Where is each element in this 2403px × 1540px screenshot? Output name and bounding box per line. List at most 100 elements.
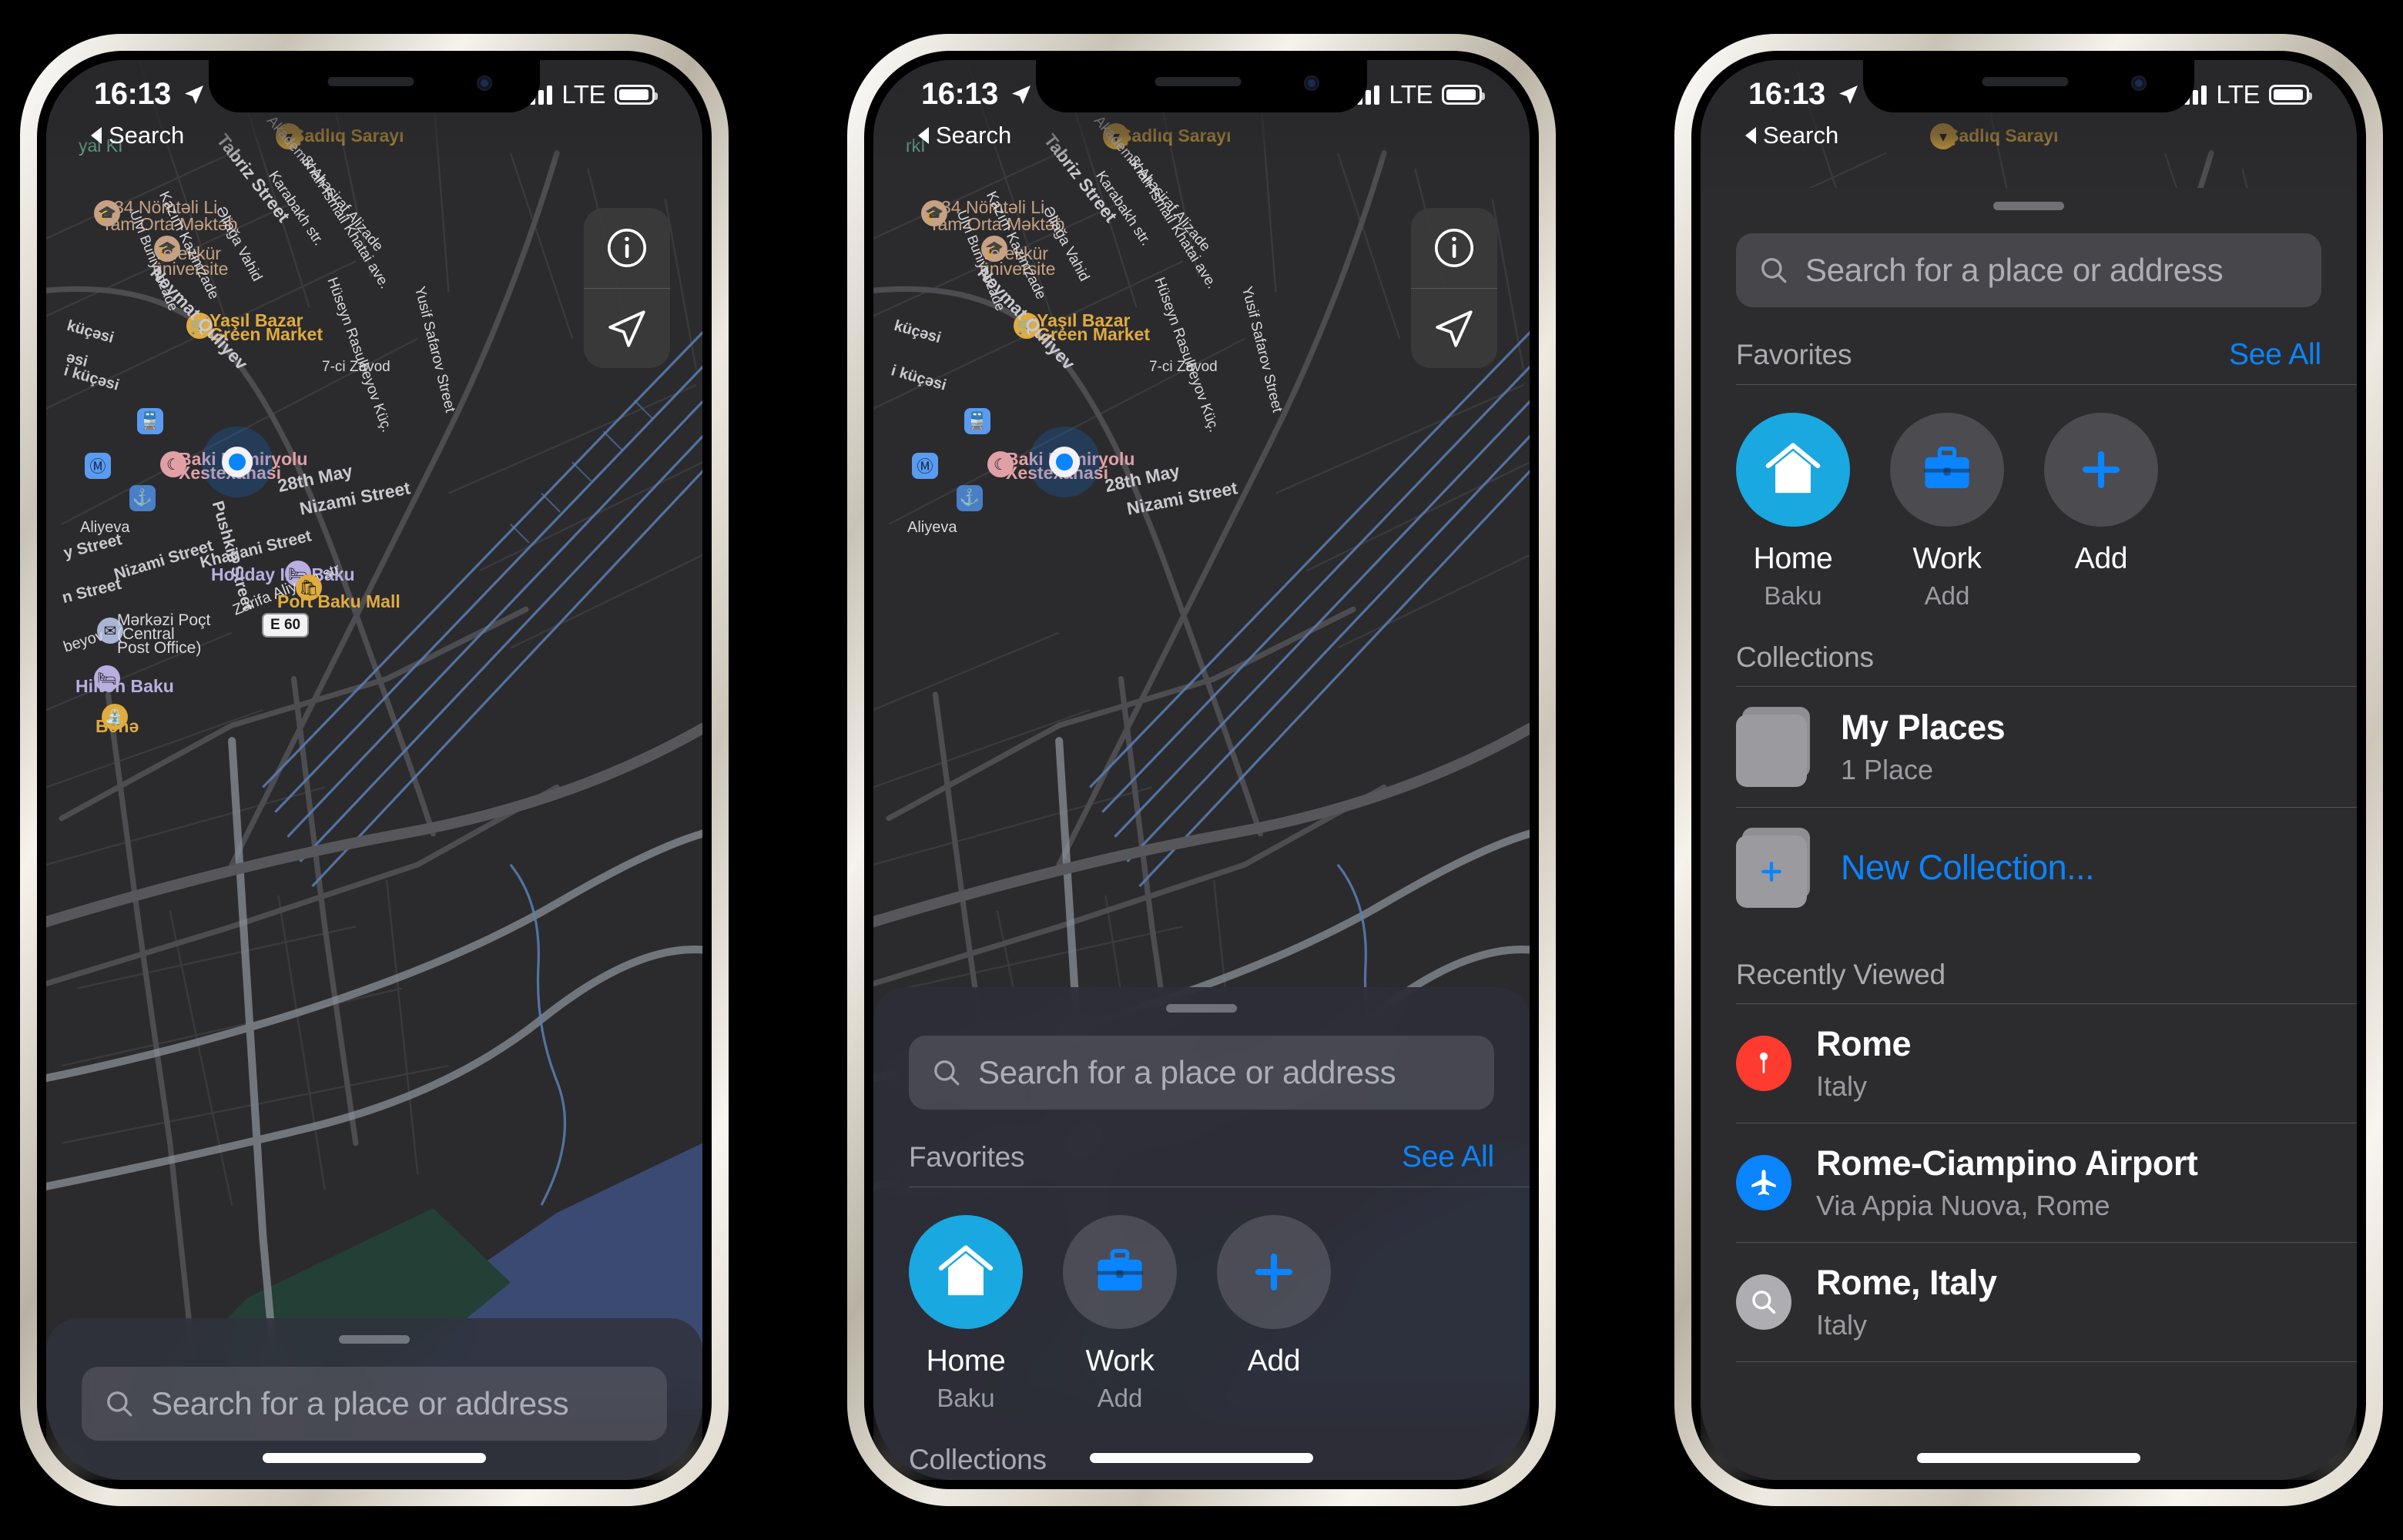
recent-title: Rome-Ciampino Airport [1816,1143,2198,1183]
back-to-search-button[interactable]: Search [91,122,184,149]
collections-title: Collections [909,1444,1047,1475]
search-icon [934,1060,960,1086]
map-pin-icon [1736,1036,1791,1091]
metro-station-icon: Ⓜ [912,453,938,479]
favorite-work[interactable]: Work Add [1063,1215,1177,1413]
back-triangle-icon [91,127,102,144]
row-texts: Rome, Italy Italy [1816,1263,1997,1341]
favorite-work[interactable]: Work Add [1890,413,2004,611]
home-indicator[interactable] [263,1453,486,1463]
favorite-name: Add [1247,1344,1301,1378]
home-icon [938,1245,994,1296]
home-indicator[interactable] [1090,1453,1313,1463]
info-circle-icon [1434,228,1474,268]
favorites-row: Home Baku Work Add Add [873,1187,1530,1413]
user-location-dot [1049,447,1080,477]
map-controls-1 [584,208,670,368]
search-icon [107,1391,132,1417]
favorites-title: Favorites [1736,339,1852,370]
favorite-sub: Add [1924,581,1970,610]
phone-1-frame: yal Kİ ▾ Şadlıq Sarayı 🎓 34 Nömtəli Li T… [20,34,729,1506]
recent-row-rome[interactable]: Rome Italy [1701,1004,2357,1123]
favorites-title: Favorites [909,1141,1025,1173]
add-icon-circle [1217,1215,1331,1329]
search-input[interactable]: Search for a place or address [82,1367,667,1441]
favorite-home[interactable]: Home Baku [909,1215,1023,1413]
sheet-grabber[interactable] [339,1335,410,1344]
add-icon-circle [2044,413,2158,527]
favorites-section-header: Favorites See All [873,1110,1530,1187]
briefcase-icon [1924,447,1970,489]
favorite-name: Add [2074,542,2128,575]
work-icon-circle [1063,1215,1177,1329]
folder-stack-icon [1736,707,1816,787]
location-arrow-icon [1436,310,1473,347]
search-sheet-full[interactable]: Search for a place or address Favorites … [1701,188,2357,1480]
recently-viewed-section-header: Recently Viewed [1701,928,2357,1003]
row-texts: My Places 1 Place [1841,708,2006,786]
airplane-icon [1736,1155,1791,1210]
favorites-see-all-button[interactable]: See All [1402,1140,1494,1174]
favorites-section-header: Favorites See All [1701,307,2357,384]
search-input[interactable]: Search for a place or address [909,1036,1494,1110]
sheet-grabber[interactable] [1166,1004,1237,1013]
recent-title: Rome [1816,1024,1912,1063]
favorite-add[interactable]: Add [1217,1215,1331,1413]
favorite-name: Work [1085,1344,1155,1378]
phone-3-frame: ▾ Şadlıq Sarayı 16:13 LTE [1674,34,2383,1506]
collection-row-my-places[interactable]: My Places 1 Place [1701,687,2357,807]
phone-2-frame: rkİ ▾ Şadlıq Sarayı 🎓 34 Nömtəli Li Tam … [847,34,1556,1506]
folder-stack-plus-icon [1736,828,1816,908]
home-icon [1765,443,1821,494]
search-input[interactable]: Search for a place or address [1736,233,2321,307]
search-sheet-half[interactable]: Search for a place or address Favorites … [873,987,1530,1480]
recent-title: Rome, Italy [1816,1263,1997,1302]
favorites-see-all-button[interactable]: See All [2229,338,2321,372]
favorites-row: Home Baku Work Add Add [1701,385,2357,611]
search-icon [1761,258,1787,283]
recent-sub: Italy [1816,1309,1868,1341]
divider [1736,1361,2357,1362]
home-indicator[interactable] [1917,1453,2140,1463]
transit-icon: ⚓ [129,485,156,511]
briefcase-icon [1097,1249,1143,1291]
favorite-add[interactable]: Add [2044,413,2158,611]
search-placeholder: Search for a place or address [1805,252,2224,288]
collections-section-header: Collections [1701,611,2357,686]
metro-station-icon: Ⓜ [85,453,111,479]
phone-3-bezel: ▾ Şadlıq Sarayı 16:13 LTE [1691,51,2366,1489]
info-circle-icon [607,228,647,268]
plus-icon [1761,862,1781,882]
new-collection-label: New Collection... [1841,848,2095,887]
favorite-name: Home [926,1344,1006,1378]
transit-icon: ⚓ [957,485,983,511]
collections-section-header: Collections [873,1413,1530,1480]
phone-2-bezel: rkİ ▾ Şadlıq Sarayı 🎓 34 Nömtəli Li Tam … [864,51,1539,1489]
back-to-search-label: Search [936,122,1012,149]
user-location-dot [222,447,253,477]
recent-row-rome-italy[interactable]: Rome, Italy Italy [1701,1243,2357,1361]
map-info-button[interactable] [1411,208,1497,288]
location-arrow-icon [608,310,645,347]
train-station-icon: 🚆 [137,408,163,434]
phone-2-screen: rkİ ▾ Şadlıq Sarayı 🎓 34 Nömtəli Li Tam … [873,60,1530,1480]
collection-row-new-collection[interactable]: New Collection... [1701,808,2357,928]
row-texts: Rome Italy [1816,1024,1912,1103]
back-to-search-label: Search [109,122,185,149]
row-texts: Rome-Ciampino Airport Via Appia Nuova, R… [1816,1143,2198,1222]
back-to-search-button[interactable]: Search [918,122,1011,149]
map-pin-glyph [1759,1052,1768,1073]
recent-row-rome-ciampino-airport[interactable]: Rome-Ciampino Airport Via Appia Nuova, R… [1701,1123,2357,1242]
phone-1-bezel: yal Kİ ▾ Şadlıq Sarayı 🎓 34 Nömtəli Li T… [37,51,712,1489]
favorite-home[interactable]: Home Baku [1736,413,1850,611]
map-info-button[interactable] [584,208,670,288]
airplane-glyph [1751,1170,1776,1196]
sheet-grabber[interactable] [1993,202,2064,210]
recently-viewed-title: Recently Viewed [1736,959,1946,990]
collection-sub: 1 Place [1841,754,1934,785]
back-to-search-button[interactable]: Search [1745,122,1838,149]
row-texts: New Collection... [1841,848,2095,888]
recent-sub: Via Appia Nuova, Rome [1816,1190,2110,1221]
map-locate-button[interactable] [1411,288,1497,368]
map-locate-button[interactable] [584,288,670,368]
